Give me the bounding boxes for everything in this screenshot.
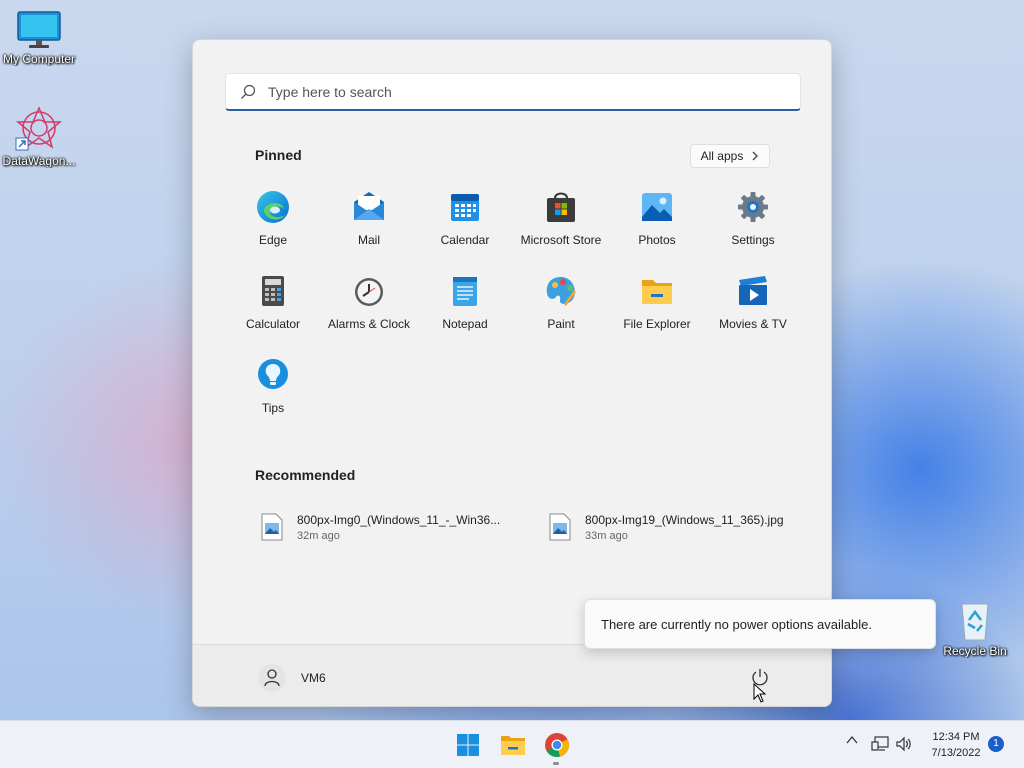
taskbar-file-explorer[interactable] — [498, 730, 528, 760]
gear-icon — [738, 192, 768, 222]
network-icon — [871, 736, 889, 751]
pinned-app-settings[interactable]: Settings — [705, 186, 801, 270]
desktop-icon-datawagon[interactable]: DataWagon... — [0, 104, 78, 168]
app-label: Calculator — [245, 317, 301, 331]
app-label: Edge — [258, 233, 288, 247]
file-explorer-icon — [501, 736, 525, 755]
avatar — [258, 664, 286, 692]
app-label: Photos — [638, 233, 676, 247]
pinned-app-movies-tv[interactable]: Movies & TV — [705, 270, 801, 354]
recommended-title: Recommended — [255, 467, 356, 483]
app-label: File Explorer — [623, 317, 691, 331]
notepad-icon — [453, 277, 477, 306]
clock-icon — [355, 278, 383, 306]
pinned-app-notepad[interactable]: Notepad — [417, 270, 513, 354]
speaker-icon — [896, 736, 911, 752]
desktop-icon-label: My Computer — [2, 52, 76, 66]
pinned-app-mail[interactable]: Mail — [321, 186, 417, 270]
calendar-icon — [451, 194, 479, 221]
calculator-icon — [262, 276, 284, 306]
network-button[interactable] — [871, 736, 889, 757]
desktop-icon-my-computer[interactable]: My Computer — [0, 10, 78, 66]
app-label: Notepad — [442, 317, 488, 331]
app-label: Paint — [547, 317, 575, 331]
search-icon — [241, 84, 256, 99]
store-icon — [547, 192, 575, 222]
show-hidden-icons-button[interactable] — [845, 733, 859, 752]
taskbar: 12:34 PM 7/13/2022 — [0, 720, 1024, 768]
pinned-app-paint[interactable]: Paint — [513, 270, 609, 354]
image-file-icon — [549, 513, 571, 541]
pinned-app-alarms-clock[interactable]: Alarms & Clock — [321, 270, 417, 354]
folder-icon — [642, 280, 672, 304]
notification-badge[interactable]: 1 — [988, 736, 1004, 752]
datawagon-icon — [15, 106, 63, 151]
start-footer: VM6 — [193, 644, 831, 706]
system-clock[interactable]: 12:34 PM 7/13/2022 — [922, 729, 990, 761]
pinned-app-microsoft-store[interactable]: Microsoft Store — [513, 186, 609, 270]
chrome-icon — [545, 733, 569, 757]
pinned-app-tips[interactable]: Tips — [225, 354, 321, 438]
recommended-item[interactable]: 800px-Img19_(Windows_11_365).jpg 33m ago — [549, 513, 784, 542]
edge-icon — [257, 191, 289, 223]
paint-icon — [546, 277, 576, 306]
start-button[interactable] — [453, 730, 483, 760]
desktop-icon-label: Recycle Bin — [943, 644, 1007, 658]
pinned-apps: Edge Mail Calendar Microsoft Store Photo… — [225, 186, 801, 438]
recommended-file-name: 800px-Img19_(Windows_11_365).jpg — [585, 513, 784, 527]
movies-icon — [739, 276, 767, 305]
app-label: Settings — [731, 233, 775, 247]
all-apps-label: All apps — [700, 149, 744, 163]
start-icon — [457, 734, 479, 756]
pinned-app-calendar[interactable]: Calendar — [417, 186, 513, 270]
chevron-up-icon — [846, 735, 858, 744]
tips-icon — [258, 359, 288, 389]
app-label: Calendar — [440, 233, 490, 247]
recommended-file-name: 800px-Img0_(Windows_11_-_Win36... — [297, 513, 501, 527]
search-box[interactable] — [225, 73, 801, 111]
pinned-app-photos[interactable]: Photos — [609, 186, 705, 270]
search-input[interactable] — [268, 83, 788, 100]
app-label: Tips — [261, 401, 285, 415]
chevron-right-icon — [752, 151, 759, 161]
clock-date: 7/13/2022 — [931, 747, 981, 759]
taskbar-chrome[interactable] — [542, 730, 572, 760]
recommended-file-time: 33m ago — [585, 530, 628, 542]
power-tooltip: There are currently no power options ava… — [584, 599, 936, 649]
app-label: Microsoft Store — [520, 233, 602, 247]
pinned-app-file-explorer[interactable]: File Explorer — [609, 270, 705, 354]
mouse-cursor-icon — [753, 683, 767, 703]
image-file-icon — [261, 513, 283, 541]
pinned-app-calculator[interactable]: Calculator — [225, 270, 321, 354]
monitor-icon — [17, 11, 61, 48]
photos-icon — [642, 193, 672, 221]
recommended-file-time: 32m ago — [297, 530, 340, 542]
app-label: Mail — [357, 233, 380, 247]
app-label: Alarms & Clock — [327, 317, 410, 331]
user-name: VM6 — [301, 671, 326, 685]
clock-time: 12:34 PM — [932, 731, 980, 743]
pinned-app-edge[interactable]: Edge — [225, 186, 321, 270]
recycle-bin-icon — [961, 603, 989, 641]
running-indicator — [553, 762, 559, 765]
pinned-title: Pinned — [255, 147, 302, 163]
recommended-item[interactable]: 800px-Img0_(Windows_11_-_Win36... 32m ag… — [261, 513, 500, 542]
app-label: Movies & TV — [719, 317, 787, 331]
desktop-icon-recycle-bin[interactable]: Recycle Bin — [936, 598, 1014, 658]
user-account-button[interactable]: VM6 — [257, 663, 326, 693]
volume-button[interactable] — [895, 735, 913, 758]
all-apps-button[interactable]: All apps — [690, 144, 770, 168]
mail-icon — [354, 192, 384, 220]
desktop-icon-label: DataWagon... — [2, 154, 76, 168]
